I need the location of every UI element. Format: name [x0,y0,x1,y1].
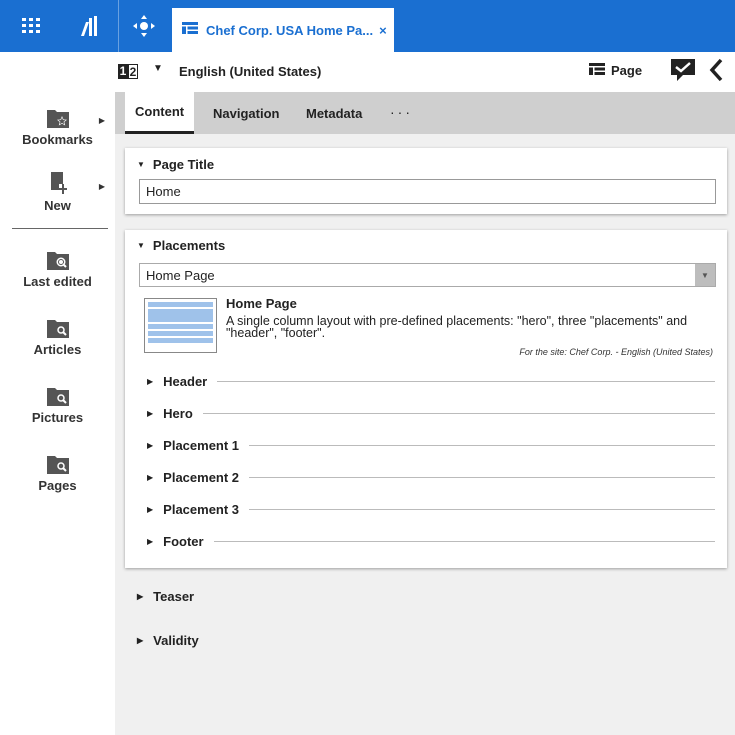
placement-label: Placement 2 [163,469,240,485]
section-heading: Validity [153,633,199,648]
document-tab[interactable]: Chef Corp. USA Home Pa... × [172,8,394,52]
sidebar-item-label: Bookmarks [22,132,93,147]
placement-1[interactable]: ▶ Placement 1 [147,437,715,453]
layout-description: A single column layout with pre-defined … [226,314,688,340]
page-icon [182,21,198,39]
search-folder-icon [46,376,69,406]
chevron-right-icon: ▶ [98,182,105,191]
layout-site-note: For the site: Chef Corp. - English (Unit… [519,347,713,357]
dropdown-arrow-icon[interactable]: ▼ [695,264,715,286]
tab-metadata[interactable]: Metadata [306,92,362,134]
grid-icon[interactable] [0,0,62,52]
divider [217,380,715,382]
top-bar: Chef Corp. USA Home Pa... × [0,0,735,52]
language-icon-primary: 1 [118,64,128,79]
page-icon [589,63,605,78]
validity-section-toggle[interactable]: ▶ Validity [137,633,199,648]
teaser-section-toggle[interactable]: ▶ Teaser [137,589,194,604]
sidebar-item-bookmarks[interactable]: Bookmarks ▶ [0,98,115,147]
divider [249,508,715,510]
language-icon[interactable]: 1 2 [118,64,138,79]
sidebar-item-new[interactable]: New ▶ [0,164,115,213]
page-type-label: Page [611,63,643,78]
document-toolbar: 1 2 ▼ English (United States) Page [115,52,735,92]
search-folder-icon [46,444,69,474]
placement-3[interactable]: ▶ Placement 3 [147,501,715,517]
page-type-indicator: Page [589,63,642,78]
sidebar-item-label: Articles [33,342,82,357]
triangle-right-icon: ▶ [147,472,154,482]
divider [202,412,715,414]
triangle-right-icon: ▶ [147,408,154,418]
tab-content[interactable]: Content [125,92,195,134]
section-heading: Page Title [152,157,215,172]
sidebar-item-label: Pictures [31,410,84,425]
placements-section-toggle[interactable]: ▼ Placements [137,238,225,253]
language-label[interactable]: English (United States) [179,64,321,79]
layout-thumbnail [144,298,217,353]
chevron-right-icon: ▶ [98,116,105,125]
section-heading: Teaser [153,589,195,604]
placement-2[interactable]: ▶ Placement 2 [147,469,715,485]
approve-check-icon[interactable] [671,59,695,86]
placement-label: Placement 1 [163,437,240,453]
sidebar-item-pages[interactable]: Pages [0,444,115,493]
collapse-arrow-icon[interactable] [709,58,723,87]
move-icon[interactable] [118,0,170,52]
layout-name: Home Page [226,296,297,311]
sidebar-item-label: Pages [38,478,77,493]
layout-select[interactable]: Home Page ▼ [139,263,716,287]
placement-label: Placement 3 [163,501,240,517]
tab-navigation[interactable]: Navigation [213,92,279,134]
sidebar-item-last-edited[interactable]: Last edited [0,240,115,289]
close-tab-icon[interactable]: × [379,23,387,38]
triangle-right-icon: ▶ [137,636,144,645]
new-document-icon [49,164,67,194]
sidebar-item-label: Last edited [23,274,92,289]
placement-label: Hero [163,405,193,421]
divider [213,540,715,542]
page-title-section-toggle[interactable]: ▼ Page Title [137,157,214,172]
placement-hero[interactable]: ▶ Hero [147,405,715,421]
sidebar-item-pictures[interactable]: Pictures [0,376,115,425]
search-folder-icon [46,308,69,338]
chevron-down-icon[interactable]: ▼ [153,63,163,74]
sidebar-item-label: New [44,198,71,213]
triangle-down-icon: ▼ [137,160,145,169]
library-icon[interactable] [62,0,118,52]
sidebar-item-articles[interactable]: Articles [0,308,115,357]
page-title-input[interactable] [139,179,716,204]
bookmark-folder-icon [46,98,69,128]
triangle-right-icon: ▶ [137,592,144,601]
triangle-right-icon: ▶ [147,504,154,514]
placement-label: Footer [163,533,204,549]
placement-header[interactable]: ▶ Header [147,373,715,389]
language-icon-secondary: 2 [128,64,138,79]
page-title-card: ▼ Page Title [125,148,727,214]
placement-label: Header [163,373,208,389]
more-tabs-icon[interactable]: ··· [390,104,413,120]
placement-footer[interactable]: ▶ Footer [147,533,715,549]
triangle-right-icon: ▶ [147,536,154,546]
tab-title: Chef Corp. USA Home Pa... [206,22,374,38]
sidebar-divider [12,228,108,229]
triangle-right-icon: ▶ [147,376,154,386]
divider [249,444,715,446]
search-folder-icon [46,240,69,270]
triangle-down-icon: ▼ [137,241,145,250]
section-heading: Placements [152,238,226,253]
placements-card: ▼ Placements Home Page ▼ Home Page A sin… [125,230,727,568]
layout-select-value: Home Page [146,267,215,283]
divider [249,476,715,478]
sidebar: Bookmarks ▶ New ▶ Last edited Articles P… [0,92,115,735]
content-panel: Content Navigation Metadata ··· ▼ Page T… [115,92,735,735]
content-tab-bar: Content Navigation Metadata ··· [115,92,735,134]
triangle-right-icon: ▶ [147,440,154,450]
